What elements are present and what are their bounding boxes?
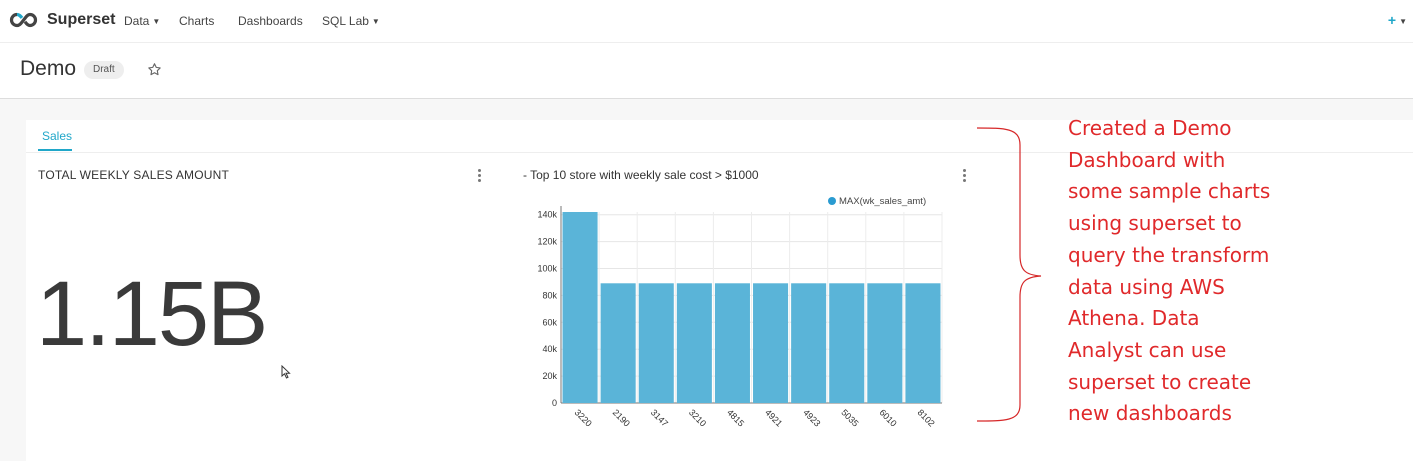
mouse-cursor-icon <box>281 365 291 379</box>
nav-sql-lab[interactable]: SQL Lab ▼ <box>322 14 380 28</box>
tab-active-indicator <box>38 149 72 151</box>
bar <box>600 283 636 403</box>
annotation-line: superset to create <box>1068 369 1252 394</box>
bar <box>905 283 941 403</box>
x-tick-label: 5035 <box>839 407 860 428</box>
x-tick-label: 3147 <box>649 407 670 428</box>
x-tick-label: 6010 <box>877 407 898 428</box>
big-number-value: 1.15B <box>36 263 268 365</box>
bar <box>829 283 865 403</box>
annotation-line: new dashboards <box>1068 401 1232 426</box>
chart-menu-icon[interactable] <box>478 169 482 184</box>
big-number-chart-title: TOTAL WEEKLY SALES AMOUNT <box>38 168 230 182</box>
tab-sales[interactable]: Sales <box>42 129 72 143</box>
bar <box>867 283 903 403</box>
x-tick-label: 4923 <box>801 407 822 428</box>
annotation-text: Created a Demo Dashboard with some sample … <box>1068 113 1398 430</box>
x-tick-label: 3210 <box>687 407 708 428</box>
nav-sql-lab-label: SQL Lab <box>322 14 369 28</box>
plus-icon: + <box>1387 12 1397 28</box>
top-navbar: Superset Data ▼ Charts Dashboards SQL Lab… <box>0 0 1413 43</box>
x-tick-label: 4921 <box>763 407 784 428</box>
y-tick-label: 40k <box>542 344 557 354</box>
chart-menu-icon[interactable] <box>963 169 967 184</box>
brand-name: Superset <box>47 11 116 28</box>
bar <box>753 283 789 403</box>
caret-down-icon: ▼ <box>152 17 161 26</box>
y-tick-label: 0 <box>552 398 557 408</box>
y-tick-label: 120k <box>537 237 557 247</box>
favorite-star-icon[interactable] <box>147 62 162 77</box>
superset-logo-icon <box>9 12 38 28</box>
new-item-menu[interactable]: + ▼ <box>1388 12 1407 28</box>
nav-dashboards-label: Dashboards <box>238 14 303 28</box>
x-tick-label: 4815 <box>725 407 746 428</box>
bar <box>676 283 712 403</box>
y-tick-label: 80k <box>542 290 557 300</box>
annotation-line: some sample charts <box>1068 179 1271 204</box>
annotation-line: Analyst can use <box>1068 337 1227 362</box>
bar-chart: 0 20k 40k 60k 80k 100k 120k 140k 3220 2190 3147 321… <box>537 196 943 429</box>
y-tick-label: 20k <box>542 371 557 381</box>
bar <box>791 283 827 403</box>
legend-dot <box>828 197 836 205</box>
legend-label: MAX(wk_sales_amt) <box>839 196 926 207</box>
nav-charts[interactable]: Charts <box>179 14 214 28</box>
annotation-line: Created a Demo <box>1068 116 1232 140</box>
x-tick-label: 2190 <box>611 407 632 428</box>
bar <box>562 212 598 403</box>
bar <box>714 283 750 403</box>
y-tick-label: 140k <box>537 210 557 220</box>
bar-chart-title: - Top 10 store with weekly sale cost > $… <box>523 168 759 182</box>
dashboard-header: Demo Draft <box>0 43 1413 99</box>
caret-down-icon: ▼ <box>1399 17 1407 26</box>
annotation-line: Athena. Data <box>1068 306 1200 331</box>
caret-down-icon: ▼ <box>371 17 380 26</box>
dashboard-title[interactable]: Demo <box>20 57 76 81</box>
nav-dashboards[interactable]: Dashboards <box>238 14 303 28</box>
nav-charts-label: Charts <box>179 14 215 28</box>
nav-data-label: Data <box>124 14 150 28</box>
annotation-line: data using AWS <box>1068 274 1225 299</box>
x-tick-label: 8102 <box>916 407 937 428</box>
annotation-line: query the transform <box>1068 242 1270 267</box>
superset-logo[interactable]: Superset <box>8 9 115 31</box>
curly-brace-icon <box>976 127 1042 422</box>
nav-data[interactable]: Data ▼ <box>124 14 160 28</box>
draft-badge: Draft <box>84 61 124 79</box>
bar <box>638 283 674 403</box>
y-tick-label: 60k <box>542 317 557 327</box>
annotation-line: using superset to <box>1068 211 1242 236</box>
y-tick-label: 100k <box>537 263 557 273</box>
annotation-line: Dashboard with <box>1068 147 1226 172</box>
x-tick-label: 3220 <box>573 407 594 428</box>
